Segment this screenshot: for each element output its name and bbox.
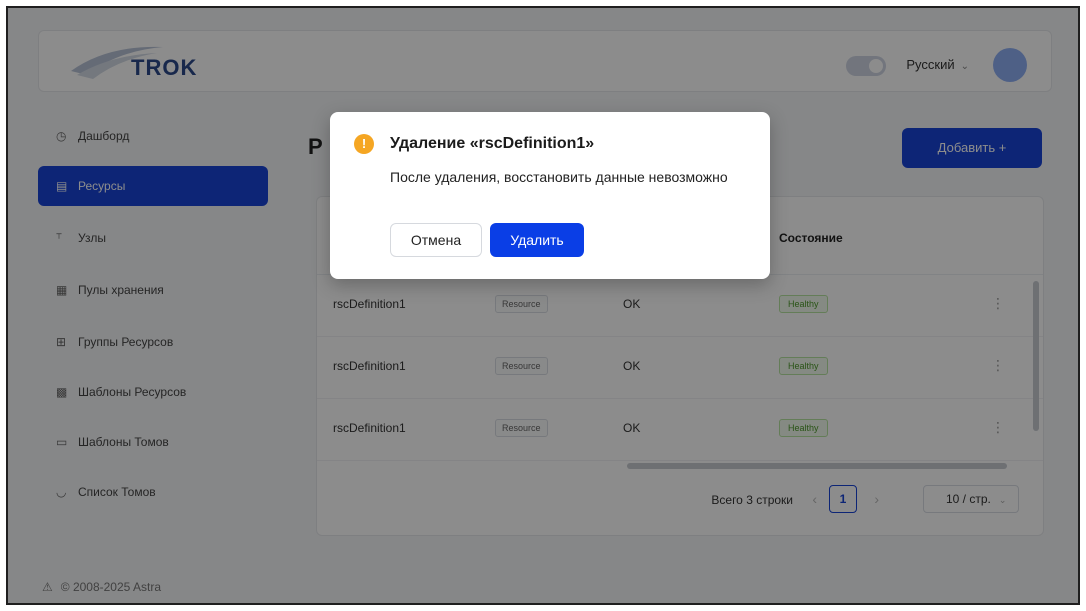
dialog-message: После удаления, восстановить данные нево… xyxy=(390,169,728,185)
dialog-title: Удаление «rscDefinition1» xyxy=(390,135,595,152)
cancel-button[interactable]: Отмена xyxy=(390,223,482,257)
modal-mask[interactable] xyxy=(8,8,1078,603)
confirm-delete-dialog: ! Удаление «rscDefinition1» После удален… xyxy=(330,112,770,279)
delete-button[interactable]: Удалить xyxy=(490,223,584,257)
app-frame: TROK Русский ⌄ ◷ Дашборд ▤ Ресурсы ⸆ Узлы ▦ П… xyxy=(6,6,1080,605)
warning-icon: ! xyxy=(354,134,374,154)
